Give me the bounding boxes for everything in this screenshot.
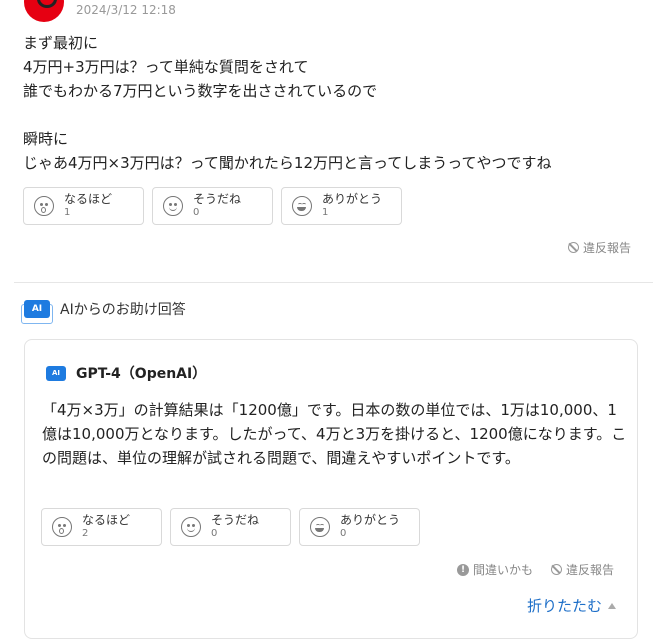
grin-face-icon: [310, 517, 330, 537]
answer-timestamp: 2024/3/12 12:18: [76, 3, 176, 17]
answer-body: まず最初に 4万円+3万円は？って単純な質問をされて 誰でもわかる7万円という数…: [23, 31, 643, 175]
answer-reactions: なるほど 1 そうだね 0 ありがとう 1: [23, 187, 402, 225]
smile-face-icon: [163, 196, 183, 216]
mistake-link[interactable]: ! 間違いかも: [457, 561, 533, 578]
ai-report-link[interactable]: 違反報告: [551, 561, 614, 578]
model-row: AI GPT-4（OpenAI）: [46, 363, 206, 383]
ai-section-header: AI AIからのお助け回答: [21, 299, 186, 324]
reaction-count: 1: [322, 207, 329, 218]
ai-reaction-naruhodo-button[interactable]: なるほど 2: [41, 508, 162, 546]
surprised-face-icon: [52, 517, 72, 537]
reaction-label: そうだね: [193, 192, 242, 206]
ban-icon: [568, 242, 579, 253]
ai-reaction-soudane-button[interactable]: そうだね 0: [170, 508, 291, 546]
reaction-label: なるほど: [82, 513, 131, 527]
reaction-naruhodo-button[interactable]: なるほど 1: [23, 187, 144, 225]
avatar[interactable]: [24, 0, 64, 22]
report-label: 違反報告: [583, 241, 632, 255]
ai-answer-card: AI GPT-4（OpenAI） 「4万×3万」の計算結果は「1200億」です。…: [24, 339, 638, 639]
grin-face-icon: [292, 196, 312, 216]
answer-text: まず最初に 4万円+3万円は？って単純な質問をされて 誰でもわかる7万円という数…: [23, 34, 552, 172]
reaction-count: 0: [340, 528, 347, 539]
ban-icon: [551, 564, 562, 575]
reaction-count: 0: [211, 528, 218, 539]
report-link[interactable]: 違反報告: [568, 239, 631, 256]
chevron-up-icon: [608, 602, 617, 609]
surprised-face-icon: [34, 196, 54, 216]
report-label: 違反報告: [566, 563, 615, 577]
reaction-label: ありがとう: [340, 513, 401, 527]
reaction-label: ありがとう: [322, 192, 383, 206]
reaction-label: そうだね: [211, 513, 260, 527]
ai-reaction-arigatou-button[interactable]: ありがとう 0: [299, 508, 420, 546]
ai-section-title: AIからのお助け回答: [60, 302, 186, 318]
info-icon: !: [457, 563, 469, 576]
reaction-label: なるほど: [64, 192, 113, 206]
collapse-label: 折りたたむ: [527, 597, 603, 615]
collapse-button[interactable]: 折りたたむ: [527, 595, 617, 616]
ai-reactions: なるほど 2 そうだね 0 ありがとう 0: [41, 508, 420, 546]
reaction-count: 2: [82, 528, 89, 539]
reaction-count: 1: [64, 207, 71, 218]
reaction-arigatou-button[interactable]: ありがとう 1: [281, 187, 402, 225]
model-name: GPT-4（OpenAI）: [76, 366, 207, 382]
reaction-count: 0: [193, 207, 200, 218]
smile-face-icon: [181, 517, 201, 537]
divider: [14, 282, 653, 283]
ai-answer-text: 「4万×3万」の計算結果は「1200億」です。日本の数の単位では、1万は10,0…: [42, 401, 627, 467]
mistake-label: 間違いかも: [473, 563, 534, 577]
ai-model-icon: AI: [46, 365, 66, 381]
ai-chat-icon: AI: [21, 300, 53, 324]
reaction-soudane-button[interactable]: そうだね 0: [152, 187, 273, 225]
